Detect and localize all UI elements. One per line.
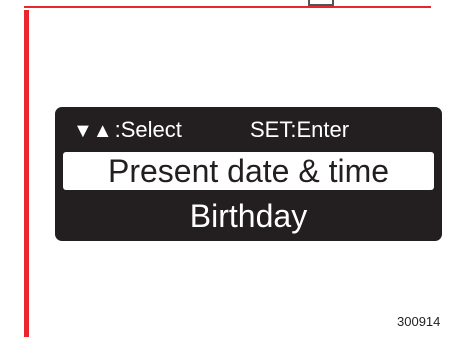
menu-item-present-date-time[interactable]: Present date & time [63,152,434,190]
select-hint: :Select [114,117,182,142]
left-accent-bar [24,10,29,337]
hint-row: ▼▲:Select SET:Enter [73,116,426,144]
top-rule-box [308,0,334,6]
top-rule-line [24,6,431,8]
set-enter-hint: SET:Enter [250,117,350,142]
down-up-arrows-icon: ▼▲ [73,120,113,142]
top-rule [0,0,467,8]
figure-id: 300914 [397,314,441,329]
menu-item-birthday[interactable]: Birthday [63,197,434,235]
lcd-display: ▼▲:Select SET:Enter Present date & time … [55,107,442,241]
